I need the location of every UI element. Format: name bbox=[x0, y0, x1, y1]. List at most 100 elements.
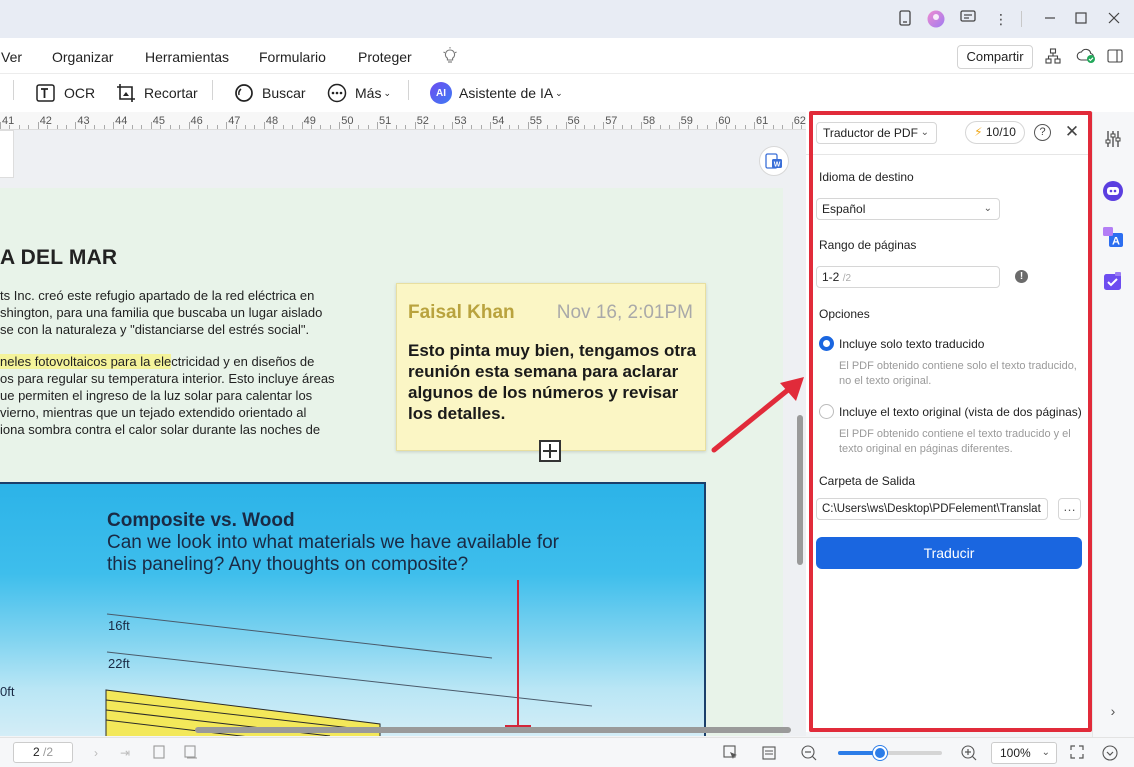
sidebar-toggle-icon[interactable] bbox=[1107, 48, 1123, 67]
chevron-down-icon: ⌄ bbox=[555, 87, 563, 98]
cloud-sync-icon[interactable] bbox=[1076, 48, 1096, 67]
task-check-icon[interactable] bbox=[1102, 270, 1124, 292]
maximize-icon[interactable] bbox=[1072, 10, 1090, 28]
two-page-icon[interactable] bbox=[183, 745, 199, 761]
page-number-input[interactable]: 2 /2 bbox=[13, 742, 73, 763]
zoom-level-value: 100% bbox=[1000, 746, 1031, 760]
ocr-icon bbox=[35, 82, 57, 104]
ruler-tick bbox=[546, 125, 548, 129]
hierarchy-icon[interactable] bbox=[1045, 48, 1061, 67]
ruler-number: 62 bbox=[793, 115, 806, 127]
ruler-tick bbox=[358, 125, 360, 129]
ruler-tick bbox=[254, 125, 256, 129]
ruler: 41 42 43 44 45 46 47 48 49 50 51 52 53 54 55 56 57 58 59 60… bbox=[0, 112, 806, 130]
minimize-icon[interactable] bbox=[1041, 10, 1059, 28]
target-language-label: Idioma de destino bbox=[819, 170, 914, 184]
next-page-icon[interactable]: › bbox=[88, 745, 104, 761]
menu-form[interactable]: Formulario bbox=[259, 49, 326, 65]
comment-note[interactable]: Faisal Khan Nov 16, 2:01PM Esto pinta mu… bbox=[396, 283, 706, 451]
share-button[interactable]: Compartir bbox=[957, 45, 1033, 69]
ruler-tick bbox=[65, 125, 67, 129]
word-icon: W bbox=[765, 153, 782, 169]
ruler-tick bbox=[367, 125, 369, 129]
zoom-slider-handle[interactable] bbox=[872, 746, 887, 760]
select-cursor-icon[interactable] bbox=[723, 745, 739, 761]
total-pages: /2 bbox=[43, 745, 54, 759]
highlighted-text[interactable]: neles fotovoltaicos para la ele bbox=[0, 354, 172, 369]
ruler-tick bbox=[433, 125, 435, 129]
ruler-tick bbox=[801, 125, 803, 129]
properties-icon[interactable] bbox=[1102, 128, 1124, 150]
menu-view[interactable]: Ver bbox=[1, 49, 22, 65]
ruler-tick bbox=[282, 125, 284, 129]
note-date: Nov 16, 2:01PM bbox=[556, 302, 693, 323]
credits-badge[interactable]: ⚡ 10/10 bbox=[965, 121, 1025, 144]
page-range-label: Rango de páginas bbox=[819, 238, 917, 252]
target-language-select[interactable]: Español ⌄ bbox=[816, 198, 1000, 220]
page-layout-icon[interactable] bbox=[762, 745, 778, 761]
doc-line: os para regular su temperatura interior.… bbox=[0, 371, 335, 386]
user-avatar-icon[interactable] bbox=[927, 10, 945, 28]
convert-to-word-button[interactable]: W bbox=[759, 146, 789, 176]
message-icon[interactable] bbox=[959, 10, 977, 28]
option-include-original-label[interactable]: Incluye el texto original (vista de dos … bbox=[839, 405, 1082, 419]
ruler-tick bbox=[245, 125, 247, 129]
ruler-tick bbox=[735, 125, 737, 129]
horizontal-scrollbar[interactable] bbox=[195, 727, 791, 733]
expand-rail-icon[interactable]: › bbox=[1102, 700, 1124, 722]
ruler-tick bbox=[574, 125, 576, 129]
single-page-icon[interactable] bbox=[151, 745, 167, 761]
ruler-tick bbox=[603, 122, 605, 129]
menu-protect[interactable]: Proteger bbox=[358, 49, 412, 65]
more-vertical-icon[interactable]: ⋮ bbox=[992, 10, 1010, 28]
fit-screen-icon[interactable] bbox=[1069, 745, 1085, 761]
ruler-number: 52 bbox=[416, 115, 429, 127]
doc-line: iona sombra contra el calor solar durant… bbox=[0, 422, 321, 437]
close-window-icon[interactable] bbox=[1105, 10, 1123, 28]
collapse-down-icon[interactable] bbox=[1102, 745, 1118, 761]
more-tool[interactable]: Más ⌄ bbox=[326, 80, 391, 106]
zoom-in-icon[interactable] bbox=[961, 745, 977, 761]
ruler-tick bbox=[537, 125, 539, 129]
ocr-tool[interactable]: OCR bbox=[35, 80, 95, 106]
help-icon[interactable]: ? bbox=[1034, 124, 1051, 141]
zoom-out-icon[interactable] bbox=[801, 745, 817, 761]
ruler-tick bbox=[452, 122, 454, 129]
ruler-tick bbox=[650, 125, 652, 129]
ruler-tick bbox=[782, 125, 784, 129]
ai-robot-icon[interactable] bbox=[1102, 180, 1124, 202]
ruler-tick bbox=[150, 122, 152, 129]
ruler-number: 46 bbox=[190, 115, 203, 127]
ruler-tick bbox=[179, 125, 181, 129]
option-translated-only-label[interactable]: Incluye solo texto traducido bbox=[839, 337, 984, 351]
zoom-level-select[interactable]: 100% ⌄ bbox=[991, 742, 1057, 764]
menu-organize[interactable]: Organizar bbox=[52, 49, 113, 65]
page-range-input[interactable]: 1-2 /2 bbox=[816, 266, 1000, 288]
search-tool[interactable]: Buscar bbox=[233, 80, 306, 106]
option-translated-only-radio[interactable] bbox=[819, 336, 834, 351]
menu-tools[interactable]: Herramientas bbox=[145, 49, 229, 65]
document-canvas[interactable]: W A DEL MAR ts Inc. creó este refugio ap… bbox=[0, 130, 806, 736]
close-icon[interactable]: ✕ bbox=[1064, 122, 1080, 142]
browse-folder-button[interactable]: … bbox=[1058, 498, 1081, 520]
last-page-icon[interactable]: ⇥ bbox=[117, 745, 133, 761]
translate-button[interactable]: Traducir bbox=[816, 537, 1082, 569]
chevron-down-icon: ⌄ bbox=[983, 203, 992, 214]
option-include-original-radio[interactable] bbox=[819, 404, 834, 419]
output-folder-input[interactable]: C:\Users\ws\Desktop\PDFelement\Translat bbox=[816, 498, 1048, 520]
panel-mode-select[interactable]: Traductor de PDF ⌄ bbox=[816, 122, 937, 144]
crop-tool[interactable]: Recortar bbox=[115, 80, 198, 106]
toolbar-divider bbox=[212, 80, 213, 100]
translate-icon[interactable]: A bbox=[1102, 226, 1124, 248]
ruler-tick bbox=[188, 122, 190, 129]
zoom-slider[interactable] bbox=[838, 746, 942, 760]
ai-assistant-tool[interactable]: AI Asistente de IA ⌄ bbox=[430, 80, 563, 106]
page-range-value: 1-2 bbox=[822, 270, 840, 284]
ruler-tick bbox=[659, 125, 661, 129]
lightbulb-icon[interactable] bbox=[442, 47, 458, 68]
ruler-tick bbox=[197, 125, 199, 129]
document-icon[interactable] bbox=[896, 10, 914, 28]
info-warning-icon[interactable]: ! bbox=[1015, 270, 1028, 283]
add-note-icon[interactable] bbox=[539, 440, 561, 462]
annotation-arrow bbox=[711, 377, 804, 453]
